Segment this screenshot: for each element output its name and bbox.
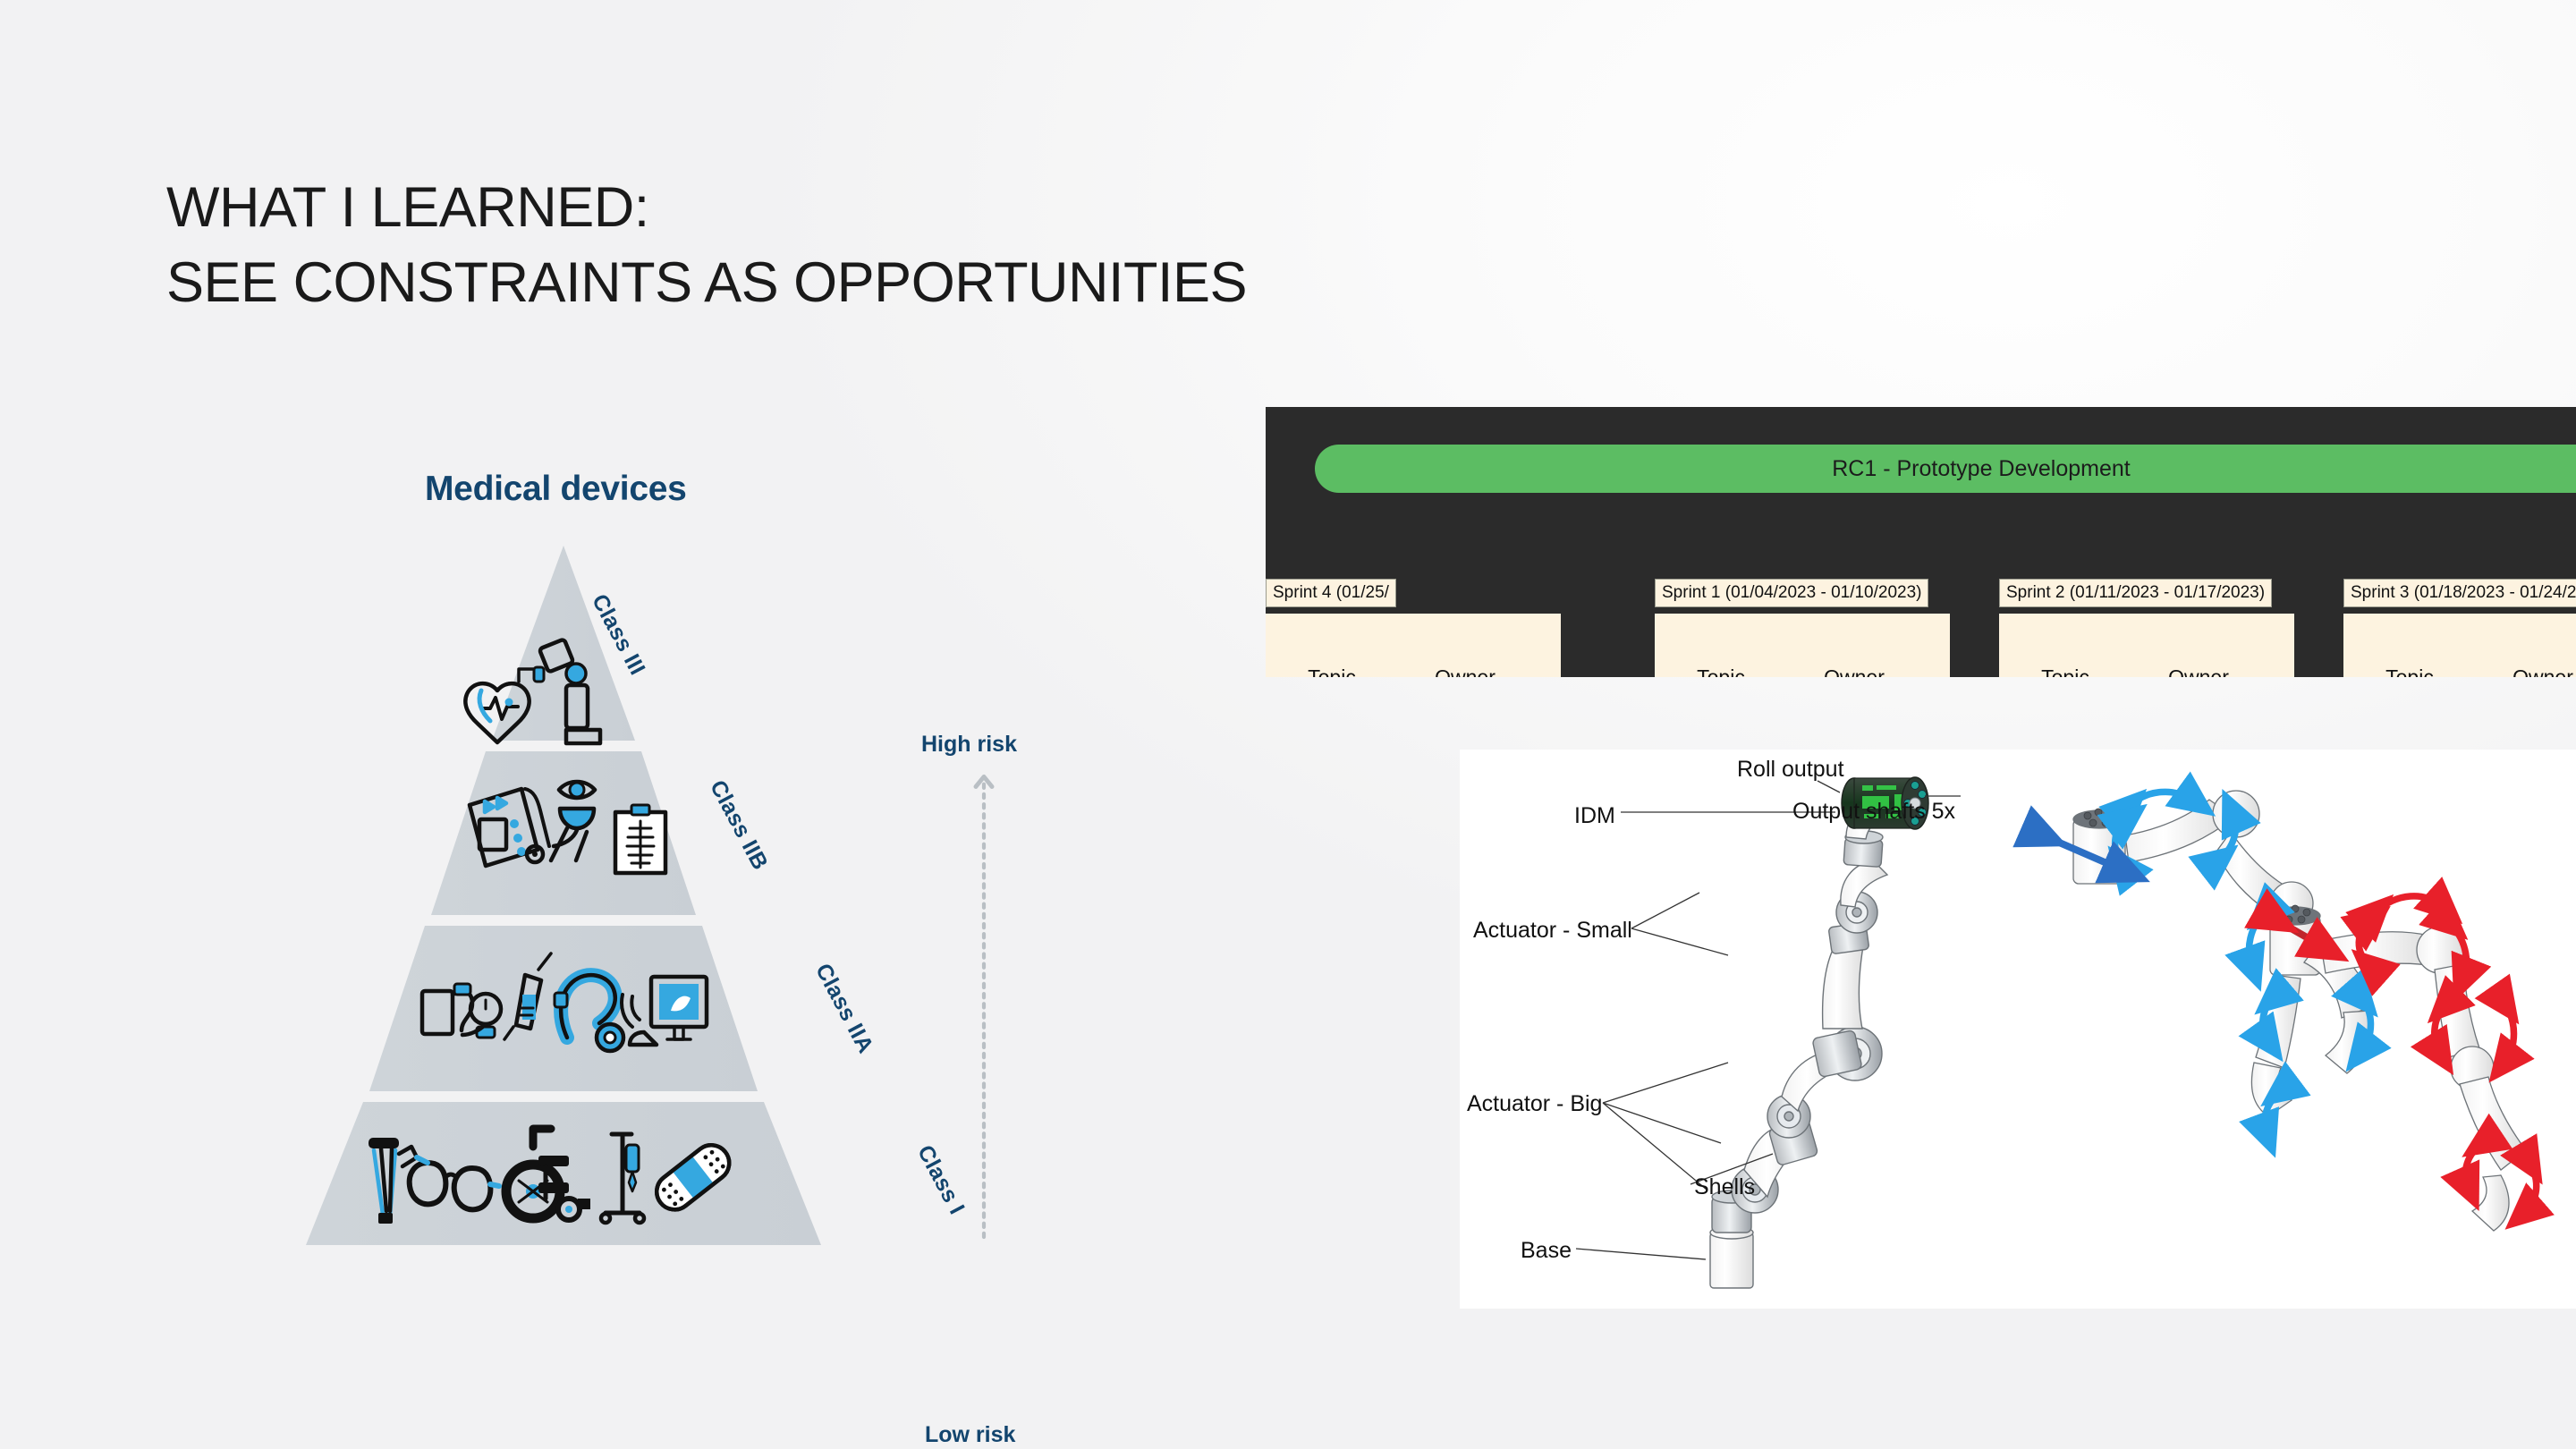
sprint-board-screenshot[interactable]: RC1 - Prototype Development Sprint 1 (01… [1266, 407, 2576, 677]
high-risk-label: High risk [921, 732, 1017, 757]
column-header-topic: Topic [2385, 665, 2434, 678]
medical-device-pyramid-figure: Medical devices Class III Class IIB Clas… [134, 447, 1225, 1447]
sprint-column[interactable]: Sprint 4 (01/25/ Topic Owner [1266, 579, 1561, 677]
robot-label-output-shafts: Output shafts 5x [1792, 799, 1956, 824]
robot-label-shells: Shells [1694, 1174, 1756, 1199]
robot-label-base: Base [1521, 1238, 1572, 1263]
sprint-column-table: Topic Owner [1266, 614, 1561, 677]
sprint-column-header: Sprint 4 (01/25/ [1266, 579, 1396, 607]
sprint-column-header: Sprint 1 (01/04/2023 - 01/10/2023) [1655, 579, 1929, 607]
milestone-bar-rc1[interactable]: RC1 - Prototype Development [1315, 445, 2576, 493]
page-title: WHAT I LEARNED: SEE CONSTRAINTS AS OPPOR… [166, 176, 1248, 315]
robot-label-idm: IDM [1574, 803, 1615, 828]
low-risk-label: Low risk [925, 1422, 1016, 1447]
sprint-column-table: Topic Owner [1999, 614, 2294, 677]
sprint-column-header: Sprint 2 (01/11/2023 - 01/17/2023) [1999, 579, 2273, 607]
column-header-topic: Topic [2041, 665, 2089, 678]
robot-label-roll-output: Roll output [1737, 757, 1844, 782]
column-header-owner: Owner [1824, 665, 1885, 678]
robot-arm-diagram: Roll output Output shafts 5x IDM Actuato… [1460, 750, 2576, 1309]
column-header-owner: Owner [2168, 665, 2229, 678]
risk-arrow-icon [973, 774, 995, 1240]
slide-root: WHAT I LEARNED: SEE CONSTRAINTS AS OPPOR… [0, 0, 2576, 1449]
column-header-topic: Topic [1697, 665, 1745, 678]
milestone-bar-label: RC1 - Prototype Development [1832, 455, 2131, 481]
sprint-column[interactable]: Sprint 2 (01/11/2023 - 01/17/2023) Topic… [1999, 579, 2294, 677]
sprint-column[interactable]: Sprint 3 (01/18/2023 - 01/24/2023) Topic… [2343, 579, 2576, 677]
column-header-topic: Topic [1308, 665, 1356, 678]
column-header-owner: Owner [2512, 665, 2573, 678]
sprint-column-table: Topic Owner [1655, 614, 1950, 677]
pyramid-graphic [306, 546, 821, 1245]
robot-label-actuator-big: Actuator - Big [1467, 1091, 1603, 1116]
sprint-column-table: Topic Owner [2343, 614, 2576, 677]
robot-arm-graphic [1575, 771, 2555, 1289]
robot-label-actuator-small: Actuator - Small [1473, 918, 1632, 943]
sprint-column-header: Sprint 3 (01/18/2023 - 01/24/2023) [2343, 579, 2576, 607]
column-header-owner: Owner [1435, 665, 1496, 678]
sprint-column[interactable]: Sprint 1 (01/04/2023 - 01/10/2023) Topic… [1655, 579, 1950, 677]
